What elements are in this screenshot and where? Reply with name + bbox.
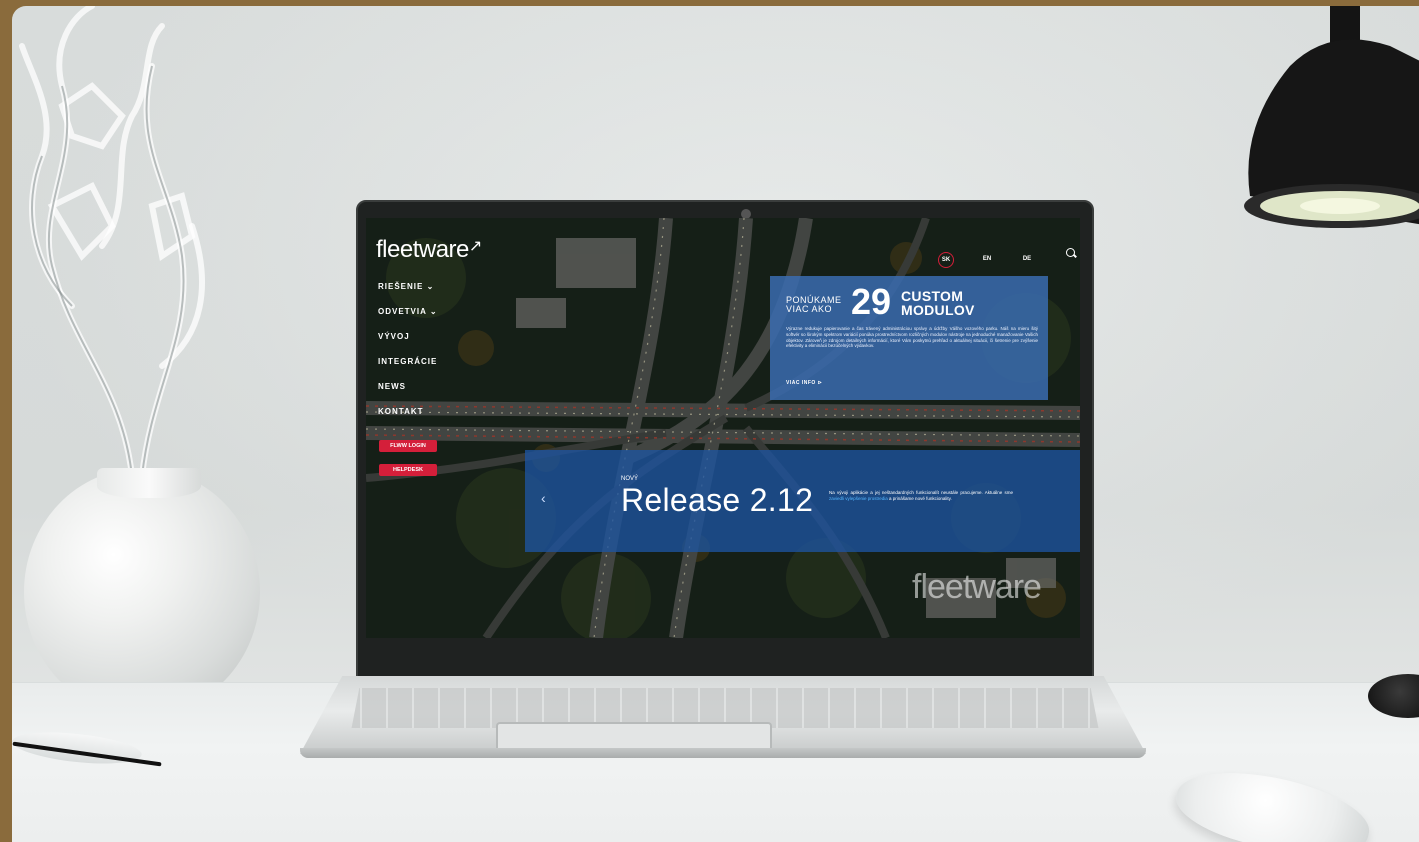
lang-sk[interactable]: SK xyxy=(938,252,954,268)
desk-lamp xyxy=(1244,6,1419,228)
promo-headline-line2: MODULOV xyxy=(901,302,975,318)
release-desc-text: Na vývoji aplikácie a jej neštandardných… xyxy=(829,490,1013,495)
helpdesk-button[interactable]: HELPDESK xyxy=(379,464,437,476)
more-info-link[interactable]: VIAC INFO ⊳ xyxy=(786,380,822,386)
promo-box: PONÚKAME VIAC AKO 29 CUSTOM MODULOV Výra… xyxy=(770,276,1048,400)
promo-headline: CUSTOM MODULOV xyxy=(901,289,975,317)
promo-body: Výrazne redukuje papierovanie a čas tráv… xyxy=(786,326,1038,349)
chevron-left-icon[interactable]: ‹ xyxy=(541,490,546,506)
main-nav: RIEŠENIE ⌄ ODVETVIA ⌄ VÝVOJ INTEGRÁCIE N… xyxy=(378,282,438,432)
login-button[interactable]: FLWW LOGIN xyxy=(379,440,437,452)
release-banner: ‹ NOVÝ Release 2.12 Na vývoji aplikácie … xyxy=(525,450,1080,552)
promo-prefix: PONÚKAME VIAC AKO xyxy=(786,296,842,314)
release-title[interactable]: Release 2.12 xyxy=(621,484,813,516)
search-icon[interactable] xyxy=(1066,248,1075,257)
promo-headline-line1: CUSTOM xyxy=(901,288,964,304)
lang-en[interactable]: EN xyxy=(980,252,994,266)
vase-neck xyxy=(97,468,201,498)
glass-sculpture xyxy=(19,6,205,479)
logo-text: fleetware xyxy=(376,236,469,263)
nav-item-riesenie[interactable]: RIEŠENIE ⌄ xyxy=(378,282,438,292)
promo-prefix-line2: VIAC AKO xyxy=(786,304,833,314)
language-switcher: SK EN DE xyxy=(938,252,1034,268)
laptop-screen: fleetware↗ RIEŠENIE ⌄ ODVETVIA ⌄ VÝVOJ I… xyxy=(366,218,1080,638)
promo-number: 29 xyxy=(851,281,892,322)
nav-item-odvetvia[interactable]: ODVETVIA ⌄ xyxy=(378,307,438,317)
nav-item-kontakt[interactable]: KONTAKT xyxy=(378,407,438,417)
vase xyxy=(24,468,260,716)
trackpad xyxy=(496,722,772,750)
nav-item-integracie[interactable]: INTEGRÁCIE xyxy=(378,357,438,367)
logo-mark: ↗ xyxy=(468,238,482,255)
release-desc-text-end: a prinášame nové funkcionality. xyxy=(889,496,952,501)
nav-item-news[interactable]: NEWS xyxy=(378,382,438,392)
nav-item-vyvoj[interactable]: VÝVOJ xyxy=(378,332,438,342)
photo-frame: fleetware↗ RIEŠENIE ⌄ ODVETVIA ⌄ VÝVOJ I… xyxy=(0,0,1419,842)
watermark-logo: fleetware xyxy=(912,568,1042,606)
release-desc-link[interactable]: zaviedli vylepšenie prostredia xyxy=(829,496,888,501)
lang-de[interactable]: DE xyxy=(1020,252,1034,266)
site-logo[interactable]: fleetware↗ xyxy=(376,236,482,264)
laptop-base-edge xyxy=(300,748,1146,758)
release-description: Na vývoji aplikácie a jej neštandardných… xyxy=(829,490,1013,502)
